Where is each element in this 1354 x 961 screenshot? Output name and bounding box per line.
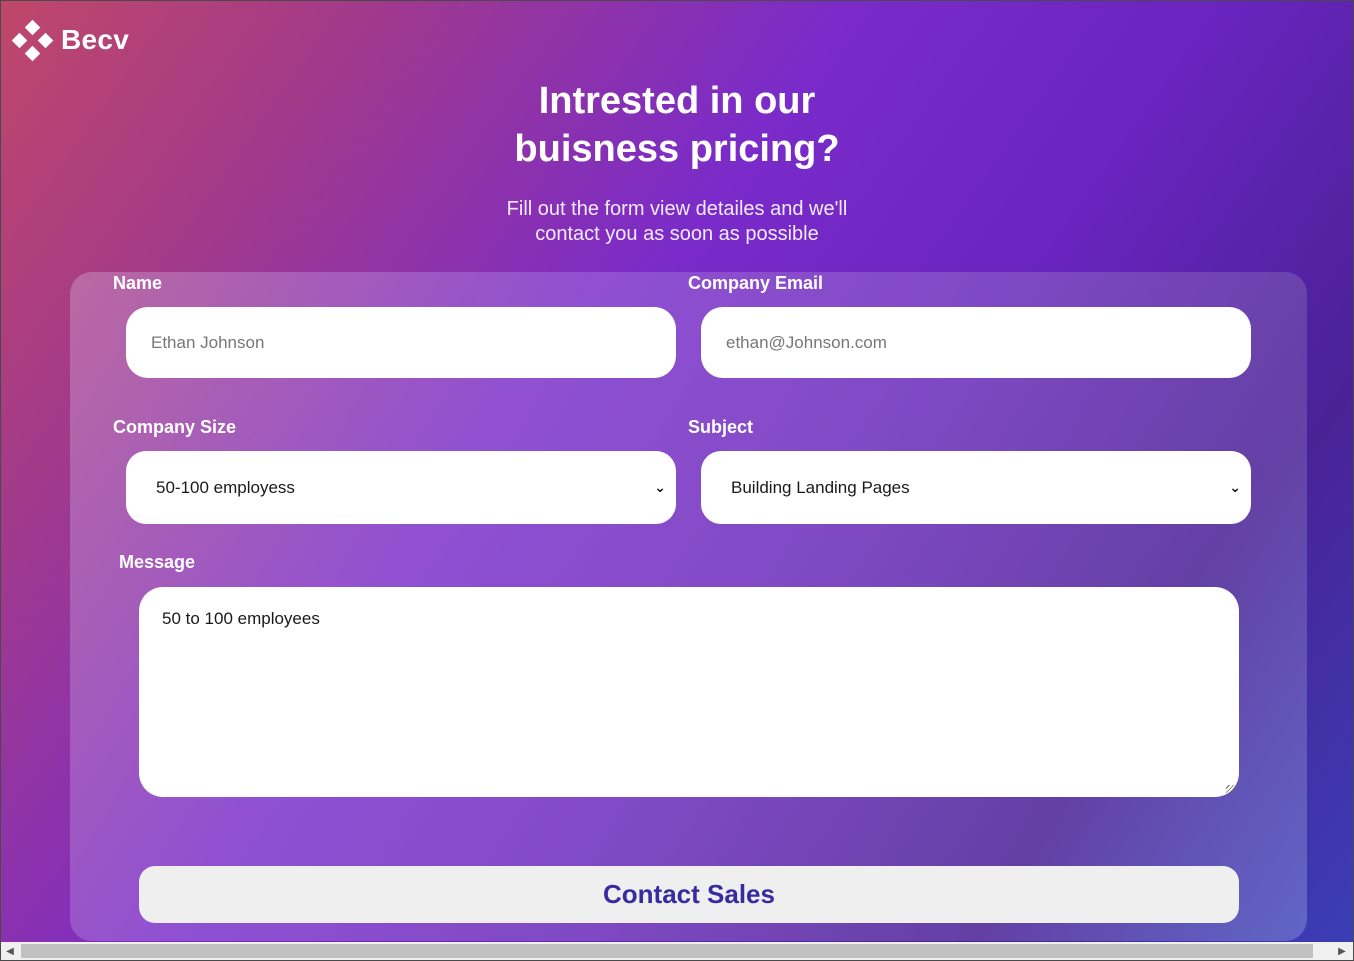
message-textarea[interactable]: 50 to 100 employees [139,587,1239,797]
resize-handle-icon[interactable] [1226,785,1235,794]
subject-select[interactable]: Building Landing Pages ⌄ [701,451,1251,524]
name-input-placeholder: Ethan Johnson [151,332,265,352]
message-label: Message [119,552,196,572]
diamond-cluster-logo-icon [11,19,54,62]
company-size-selected-value: 50-100 employess [156,477,295,497]
brand-name: Becv [61,24,130,55]
name-input[interactable]: Ethan Johnson [126,307,676,378]
horizontal-scrollbar[interactable]: ◀ ▶ [1,942,1353,960]
page-subtitle-line-1: Fill out the form view detailes and we'l… [506,198,848,220]
contact-sales-button[interactable]: Contact Sales [139,866,1239,923]
page-subtitle: Fill out the form view detailes and we'l… [1,197,1353,247]
page-title-line-1: Intrested in our [538,80,816,122]
triangle-right-icon[interactable]: ▶ [1333,946,1351,957]
name-label: Name [113,273,163,293]
chevron-down-icon: ⌄ [1229,479,1241,495]
triangle-left-icon[interactable]: ◀ [1,946,19,957]
company-email-input[interactable]: ethan@Johnson.com [701,307,1251,378]
company-size-select[interactable]: 50-100 employess ⌄ [126,451,676,524]
page-title: Intrested in our buisness pricing? [1,77,1353,173]
company-size-label: Company Size [113,417,237,437]
subject-label: Subject [688,417,754,437]
subject-selected-value: Building Landing Pages [731,477,910,497]
message-text: 50 to 100 employees [162,609,320,628]
company-email-input-placeholder: ethan@Johnson.com [726,332,887,352]
company-email-label: Company Email [688,273,824,293]
page-title-line-2: buisness pricing? [514,128,840,170]
page-subtitle-line-2: contact you as soon as possible [535,223,819,245]
chevron-down-icon: ⌄ [654,479,666,495]
scrollbar-thumb[interactable] [21,944,1313,958]
brand-logo[interactable]: Becv [11,19,130,62]
